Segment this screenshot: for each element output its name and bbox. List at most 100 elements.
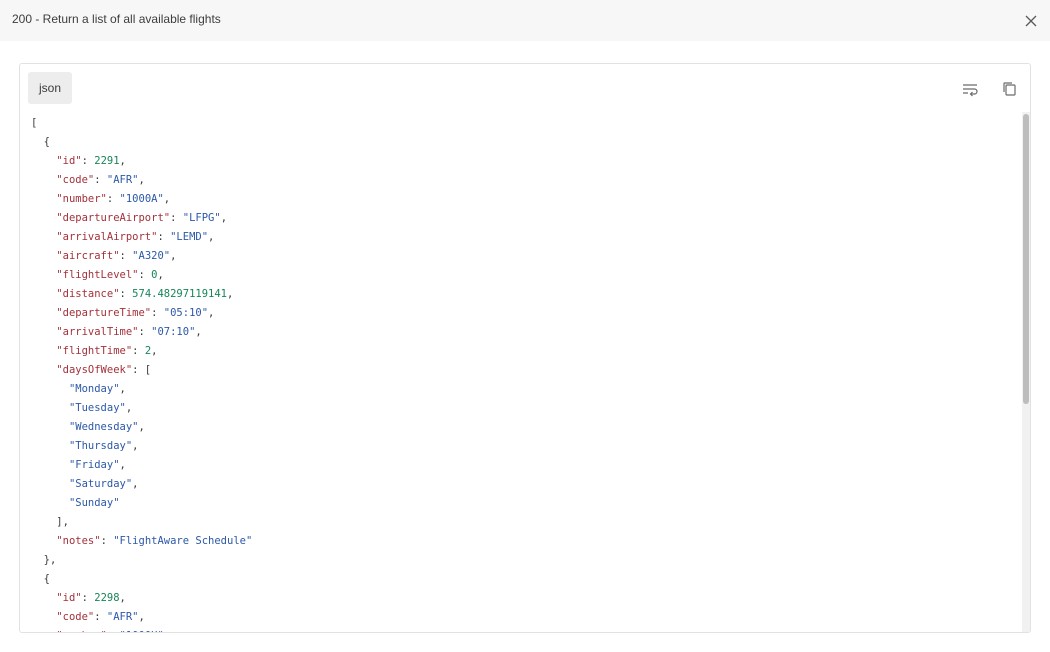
json-punctuation: : [ (132, 364, 152, 376)
json-string: "Saturday" (68, 478, 133, 490)
word-wrap-button[interactable] (960, 79, 980, 99)
json-key: "code" (56, 611, 95, 623)
code-line: "departureTime": "05:10", (31, 304, 252, 323)
json-key: "notes" (56, 535, 101, 547)
json-string: "Monday" (68, 383, 120, 395)
json-key: "flightLevel" (56, 269, 139, 281)
code-line: "Friday", (31, 456, 252, 475)
json-punctuation: , (138, 611, 145, 623)
code-line: "code": "AFR", (31, 171, 252, 190)
json-key: "arrivalTime" (56, 326, 139, 338)
json-punctuation (31, 630, 56, 632)
json-punctuation (31, 288, 56, 300)
code-line: "notes": "FlightAware Schedule" (31, 532, 252, 551)
json-punctuation: , (138, 174, 145, 186)
modal-title: 200 - Return a list of all available fli… (12, 12, 221, 26)
json-punctuation: , (195, 326, 202, 338)
code-line: "departureAirport": "LFPG", (31, 209, 252, 228)
json-key: "code" (56, 174, 95, 186)
response-body-panel: json [ { "id": 2291, "code": "AFR", "num… (19, 63, 1031, 633)
json-string: "LEMD" (170, 231, 209, 243)
modal-header: 200 - Return a list of all available fli… (0, 0, 1050, 41)
code-line: "arrivalTime": "07:10", (31, 323, 252, 342)
code-line: "flightLevel": 0, (31, 266, 252, 285)
json-punctuation: , (125, 402, 133, 414)
json-punctuation: { (31, 136, 50, 148)
code-line: "flightTime": 2, (31, 342, 252, 361)
json-punctuation (31, 402, 69, 414)
code-line: [ (31, 114, 252, 133)
json-key: "arrivalAirport" (56, 231, 158, 243)
json-key: "departureAirport" (56, 212, 171, 224)
json-punctuation: : (151, 307, 164, 319)
code-viewer[interactable]: [ { "id": 2291, "code": "AFR", "number":… (20, 112, 1022, 632)
json-string: "Friday" (68, 459, 120, 471)
json-number: 574.48297119141 (132, 288, 227, 300)
copy-button[interactable] (999, 79, 1019, 99)
json-punctuation: : (94, 174, 107, 186)
json-punctuation (31, 440, 69, 452)
code-line: "Saturday", (31, 475, 252, 494)
json-string: "Wednesday" (68, 421, 139, 433)
json-string: "1000A" (119, 193, 164, 205)
json-punctuation: { (31, 573, 50, 585)
json-punctuation: , (170, 250, 177, 262)
json-string: "07:10" (151, 326, 196, 338)
json-number: 2291 (94, 155, 120, 167)
json-punctuation (31, 497, 69, 509)
json-punctuation (31, 459, 69, 471)
json-number: 2298 (94, 592, 120, 604)
json-punctuation (31, 307, 56, 319)
json-punctuation: , (220, 212, 228, 224)
json-string: "Sunday" (68, 497, 120, 509)
json-string: "1000H" (120, 630, 164, 632)
json-punctuation: [ (31, 117, 38, 129)
json-string: "Thursday" (68, 440, 133, 452)
json-punctuation: , (138, 421, 145, 433)
code-line: "id": 2291, (31, 152, 252, 171)
json-code-block: [ { "id": 2291, "code": "AFR", "number":… (31, 114, 252, 632)
vertical-scrollbar[interactable] (1022, 112, 1030, 632)
json-string: "AFR" (106, 174, 139, 186)
json-key: "daysOfWeek" (56, 364, 133, 376)
code-line: "Monday", (31, 380, 252, 399)
json-string: "LFPG" (182, 212, 221, 224)
json-punctuation: , (157, 269, 164, 281)
json-punctuation: : (81, 155, 95, 167)
close-icon (1025, 15, 1037, 27)
json-punctuation (31, 326, 56, 338)
code-line: ], (31, 513, 252, 532)
code-line: "number": "1000A", (31, 190, 252, 209)
json-string: "Tuesday" (68, 402, 126, 414)
json-punctuation (31, 269, 56, 281)
scrollbar-thumb[interactable] (1023, 114, 1029, 404)
json-punctuation: , (164, 630, 170, 632)
json-punctuation: : (132, 345, 145, 357)
json-punctuation (31, 155, 56, 167)
close-button[interactable] (1022, 12, 1040, 30)
json-punctuation (31, 174, 56, 186)
code-line: "Tuesday", (31, 399, 252, 418)
json-string: "AFR" (106, 611, 139, 623)
code-line: "number": "1000H", (31, 627, 252, 632)
json-key: "number" (56, 193, 107, 205)
json-punctuation: : (119, 288, 133, 300)
json-punctuation (31, 345, 56, 357)
code-line: "arrivalAirport": "LEMD", (31, 228, 252, 247)
json-punctuation: : (119, 250, 133, 262)
json-punctuation: , (119, 155, 126, 167)
json-punctuation (31, 611, 56, 623)
json-string: "FlightAware Schedule" (113, 535, 253, 547)
code-line: { (31, 133, 252, 152)
language-tab-json[interactable]: json (28, 72, 72, 104)
json-punctuation (31, 364, 56, 376)
json-string: "05:10" (163, 307, 209, 319)
json-punctuation: : (94, 611, 107, 623)
json-punctuation: }, (31, 554, 57, 566)
json-punctuation: , (163, 193, 171, 205)
json-punctuation: , (208, 231, 215, 243)
code-line: "Wednesday", (31, 418, 252, 437)
code-line: { (31, 570, 252, 589)
json-punctuation: , (208, 307, 215, 319)
json-punctuation (31, 478, 69, 490)
